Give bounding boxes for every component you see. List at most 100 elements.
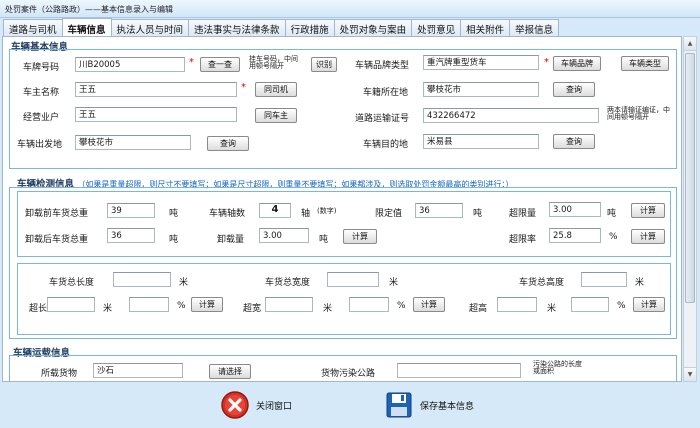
over-width-label: 超宽	[243, 304, 262, 314]
height-input[interactable]	[581, 272, 627, 287]
tab-admin-measures[interactable]: 行政措施	[284, 19, 335, 36]
operator-label: 经营业户	[23, 113, 60, 123]
scroll-down-icon[interactable]: ▼	[684, 367, 696, 381]
brand-type-input[interactable]: 重汽牌重型货车	[423, 55, 539, 70]
over-length-label: 超长	[29, 304, 48, 314]
trailer-hint: 挂车号码，中间用顿号隔开	[249, 55, 298, 70]
overload-rate-label: 超限率	[509, 235, 537, 245]
meter-unit: 米	[179, 278, 189, 288]
meter-unit: 米	[323, 304, 333, 314]
required-star: *	[544, 57, 549, 68]
over-height-percent-input[interactable]	[571, 297, 609, 312]
departure-query-button[interactable]: 查询	[207, 136, 249, 151]
height-label: 车货总高度	[519, 278, 565, 288]
length-label: 车货总长度	[49, 278, 95, 288]
save-basic-info-label: 保存基本信息	[420, 401, 475, 412]
vehicle-brand-button[interactable]: 车辆品牌	[553, 56, 601, 71]
width-input[interactable]	[327, 272, 379, 287]
unload-input[interactable]: 3.00	[259, 228, 309, 243]
over-length-percent-input[interactable]	[129, 297, 169, 312]
calc-width-button[interactable]: 计算	[413, 297, 445, 312]
meter-unit: 米	[389, 278, 399, 288]
limit-input[interactable]: 36	[415, 203, 463, 218]
gross-before-label: 卸载前车货总重	[25, 209, 89, 219]
pollution-input[interactable]	[397, 363, 521, 378]
reg-place-label: 车籍所在地	[363, 88, 409, 98]
destination-label: 车辆目的地	[363, 140, 409, 150]
reg-place-query-button[interactable]: 查询	[553, 82, 595, 97]
cargo-select-button[interactable]: 请选择	[209, 364, 251, 379]
scroll-up-icon[interactable]: ▲	[684, 37, 696, 51]
save-basic-info-button[interactable]: 保存基本信息	[384, 390, 474, 420]
reg-place-input[interactable]: 攀枝花市	[423, 82, 539, 97]
lookup-button[interactable]: 查一查	[200, 57, 240, 72]
percent-unit: %	[397, 301, 406, 311]
tab-facts-law[interactable]: 违法事实与法律条款	[188, 19, 286, 36]
close-window-button[interactable]: 关闭窗口	[220, 390, 292, 420]
brand-type-label: 车辆品牌类型	[355, 61, 410, 71]
plate-input[interactable]: 川B20005	[75, 57, 185, 72]
calc-height-button[interactable]: 计算	[633, 297, 665, 312]
tab-content-panel: 车辆基本信息 车牌号码 川B20005 * 查一查 挂车号码，中间用顿号隔开 识…	[2, 36, 682, 382]
transport-cert-hint: 两本请输证编证，中间用顿号隔开	[607, 106, 670, 121]
percent-unit: %	[617, 301, 626, 311]
gross-before-input[interactable]: 39	[107, 203, 155, 218]
calc-rate-button[interactable]: 计算	[631, 229, 665, 244]
close-circle-icon	[221, 391, 249, 419]
calc-length-button[interactable]: 计算	[191, 297, 223, 312]
meter-unit: 米	[635, 278, 645, 288]
length-input[interactable]	[113, 272, 171, 287]
axles-input[interactable]: 4	[259, 203, 291, 218]
over-length-input[interactable]	[47, 297, 95, 312]
pollution-note: 污染公路的长度或面积	[533, 360, 582, 375]
tab-penalty-opinion[interactable]: 处罚意见	[411, 19, 462, 36]
transport-cert-input[interactable]: 432266472	[423, 108, 599, 123]
ton-unit: 吨	[169, 209, 179, 219]
axle-unit: 轴	[301, 209, 311, 219]
ton-unit: 吨	[473, 209, 483, 219]
overload-rate-input[interactable]: 25.8	[549, 228, 601, 243]
scroll-thumb[interactable]	[685, 53, 695, 303]
plate-label: 车牌号码	[23, 63, 60, 73]
same-owner-button[interactable]: 同车主	[255, 108, 297, 123]
overload-label: 超限量	[509, 209, 537, 219]
vehicle-type-button[interactable]: 车辆类型	[621, 56, 669, 71]
window-title: 处罚案件（公路路政）——基本信息录入与编辑	[0, 0, 700, 18]
vertical-scrollbar[interactable]: ▲ ▼	[683, 36, 697, 382]
over-width-input[interactable]	[265, 297, 313, 312]
gross-after-input[interactable]: 36	[107, 228, 155, 243]
overload-input[interactable]: 3.00	[549, 202, 601, 217]
tab-officers-time[interactable]: 执法人员与时间	[110, 19, 190, 36]
meter-unit: 米	[103, 304, 113, 314]
owner-label: 车主名称	[23, 88, 60, 98]
tab-penalty-target[interactable]: 处罚对象与案由	[333, 19, 413, 36]
gross-after-label: 卸载后车货总重	[25, 235, 89, 245]
percent-unit: %	[177, 301, 186, 311]
recognize-button[interactable]: 识别	[311, 57, 337, 72]
ton-unit: 吨	[319, 235, 329, 245]
destination-input[interactable]: 米易县	[423, 134, 539, 149]
tab-vehicle-info[interactable]: 车辆信息	[61, 18, 112, 36]
over-width-percent-input[interactable]	[349, 297, 389, 312]
footer-bar: 关闭窗口 保存基本信息	[0, 382, 700, 428]
departure-input[interactable]: 攀枝花市	[75, 135, 191, 150]
required-star: *	[241, 82, 246, 93]
cargo-label: 所载货物	[41, 369, 78, 379]
cargo-input[interactable]: 沙石	[93, 363, 183, 378]
same-driver-button[interactable]: 同司机	[255, 82, 297, 97]
tab-report-info[interactable]: 举报信息	[509, 19, 560, 36]
width-label: 车货总宽度	[265, 278, 311, 288]
axle-note: (数字)	[317, 207, 337, 215]
calc-overload-button[interactable]: 计算	[631, 203, 665, 218]
tab-attachments[interactable]: 相关附件	[460, 19, 511, 36]
over-height-input[interactable]	[497, 297, 537, 312]
tab-bar: 道路与司机 车辆信息 执法人员与时间 违法事实与法律条款 行政措施 处罚对象与案…	[3, 18, 560, 36]
operator-input[interactable]: 王五	[75, 107, 237, 122]
ton-unit: 吨	[607, 209, 617, 219]
owner-input[interactable]: 王五	[75, 82, 237, 97]
weight-box	[17, 191, 671, 257]
tab-road-driver[interactable]: 道路与司机	[3, 19, 63, 36]
destination-query-button[interactable]: 查询	[553, 134, 595, 149]
calc-unload-button[interactable]: 计算	[343, 229, 377, 244]
unload-label: 卸载量	[217, 235, 245, 245]
